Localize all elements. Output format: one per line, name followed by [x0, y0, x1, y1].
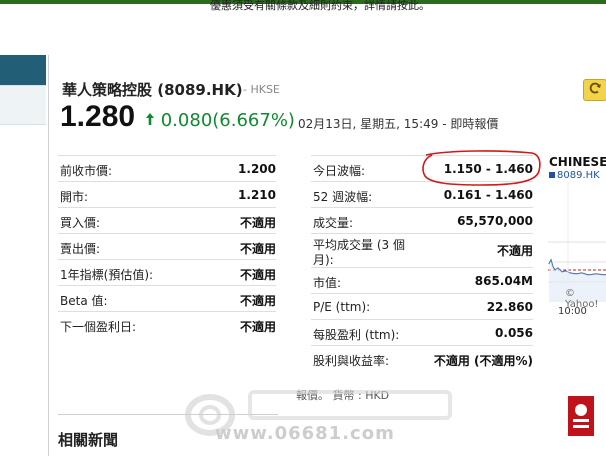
stat-value: 不適用 — [239, 242, 276, 256]
stat-row: 成交量: 65,570,000 — [311, 207, 533, 233]
stat-row: 1年指標(預估值): 不適用 — [58, 259, 276, 285]
exchange-label: - HKSE — [243, 83, 280, 96]
stat-value: 0.161 - 1.460 — [443, 188, 533, 202]
watermark-text: www.06681.com — [215, 423, 395, 444]
stat-value: 1.210 — [238, 188, 276, 202]
stat-value: 不適用 — [239, 294, 276, 308]
stat-value: 865.04M — [474, 274, 533, 288]
side-chart-code: 8089.HK — [549, 170, 600, 181]
mini-intraday-chart[interactable] — [548, 182, 606, 302]
quote-title: 華人策略控股 (8089.HK) — [62, 81, 243, 99]
stat-value: 65,570,000 — [457, 214, 533, 228]
stat-label: 今日波幅: — [313, 164, 366, 178]
red-circle-annotation — [422, 150, 541, 186]
stat-label: 平均成交量 (3 個月): — [313, 238, 405, 267]
stat-value: 不適用 — [239, 216, 276, 230]
stat-value: 0.056 — [495, 326, 533, 340]
stat-label: 市值: — [313, 276, 342, 290]
side-chart-title[interactable]: CHINESE — [549, 155, 606, 169]
left-nav-item[interactable] — [0, 85, 46, 125]
stats-table-left: 前收市價: 1.200 開市: 1.210 買入價: 不適用 賣出價: 不適用 1年指標… — [58, 155, 276, 337]
stat-value: 不適用 — [496, 244, 533, 258]
stat-value: 1.200 — [238, 162, 276, 176]
stat-label: 下一個盈利日: — [60, 320, 137, 334]
chart-time-label: 10:00 — [558, 306, 587, 317]
price-change: 0.080(6.667%) — [145, 109, 295, 133]
stat-label: P/E (ttm): — [313, 300, 371, 314]
stat-label: 賣出價: — [60, 242, 101, 256]
series-square-icon — [549, 172, 555, 178]
stat-value: 不適用 (不適用%) — [433, 354, 533, 368]
promo-bar: 優惠須受有關條款及細則約束，詳情請按此。 — [0, 0, 606, 24]
stat-row: 每股盈利 (ttm): 0.056 — [311, 319, 533, 345]
stat-row: 平均成交量 (3 個月): 不適用 — [311, 233, 533, 267]
stat-row: 前收市價: 1.200 — [58, 155, 276, 181]
stat-value: 22.860 — [486, 300, 533, 314]
stat-label: 股利與收益率: — [313, 354, 390, 368]
stat-value: 不適用 — [239, 268, 276, 282]
price-change-value: 0.080(6.667%) — [160, 110, 295, 131]
promo-link[interactable]: 優惠須受有關條款及細則約束，詳情請按此。 — [210, 0, 430, 12]
up-arrow-icon — [145, 109, 155, 133]
stat-label: 成交量: — [313, 216, 354, 230]
bank-logo[interactable] — [550, 388, 606, 444]
stat-row: 賣出價: 不適用 — [58, 233, 276, 259]
stat-row: 開市: 1.210 — [58, 181, 276, 207]
stat-row: Beta 值: 不適用 — [58, 285, 276, 311]
quote-timestamp: 02月13日, 星期五, 15:49 - 即時報價 — [298, 117, 499, 131]
stat-row: P/E (ttm): 22.860 — [311, 293, 533, 319]
stat-row: 市值: 865.04M — [311, 267, 533, 293]
stat-row: 下一個盈利日: 不適用 — [58, 311, 276, 337]
stat-label: 買入價: — [60, 216, 101, 230]
stat-label: 前收市價: — [60, 164, 113, 178]
stat-label: 開市: — [60, 190, 89, 204]
stat-row: 買入價: 不適用 — [58, 207, 276, 233]
stat-value: 不適用 — [239, 320, 276, 334]
stat-label: 52 週波幅: — [313, 190, 373, 204]
side-chart-code-text: 8089.HK — [557, 170, 600, 181]
last-price: 1.280 — [60, 100, 136, 133]
stat-label: 每股盈利 (ttm): — [313, 328, 400, 342]
stat-label: 1年指標(預估值): — [60, 268, 154, 282]
left-nav-tab[interactable] — [0, 55, 46, 85]
stat-row: 股利與收益率: 不適用 (不適用%) — [311, 345, 533, 371]
stat-label: Beta 值: — [60, 294, 108, 308]
refresh-icon — [588, 81, 602, 99]
refresh-button[interactable] — [583, 79, 606, 101]
